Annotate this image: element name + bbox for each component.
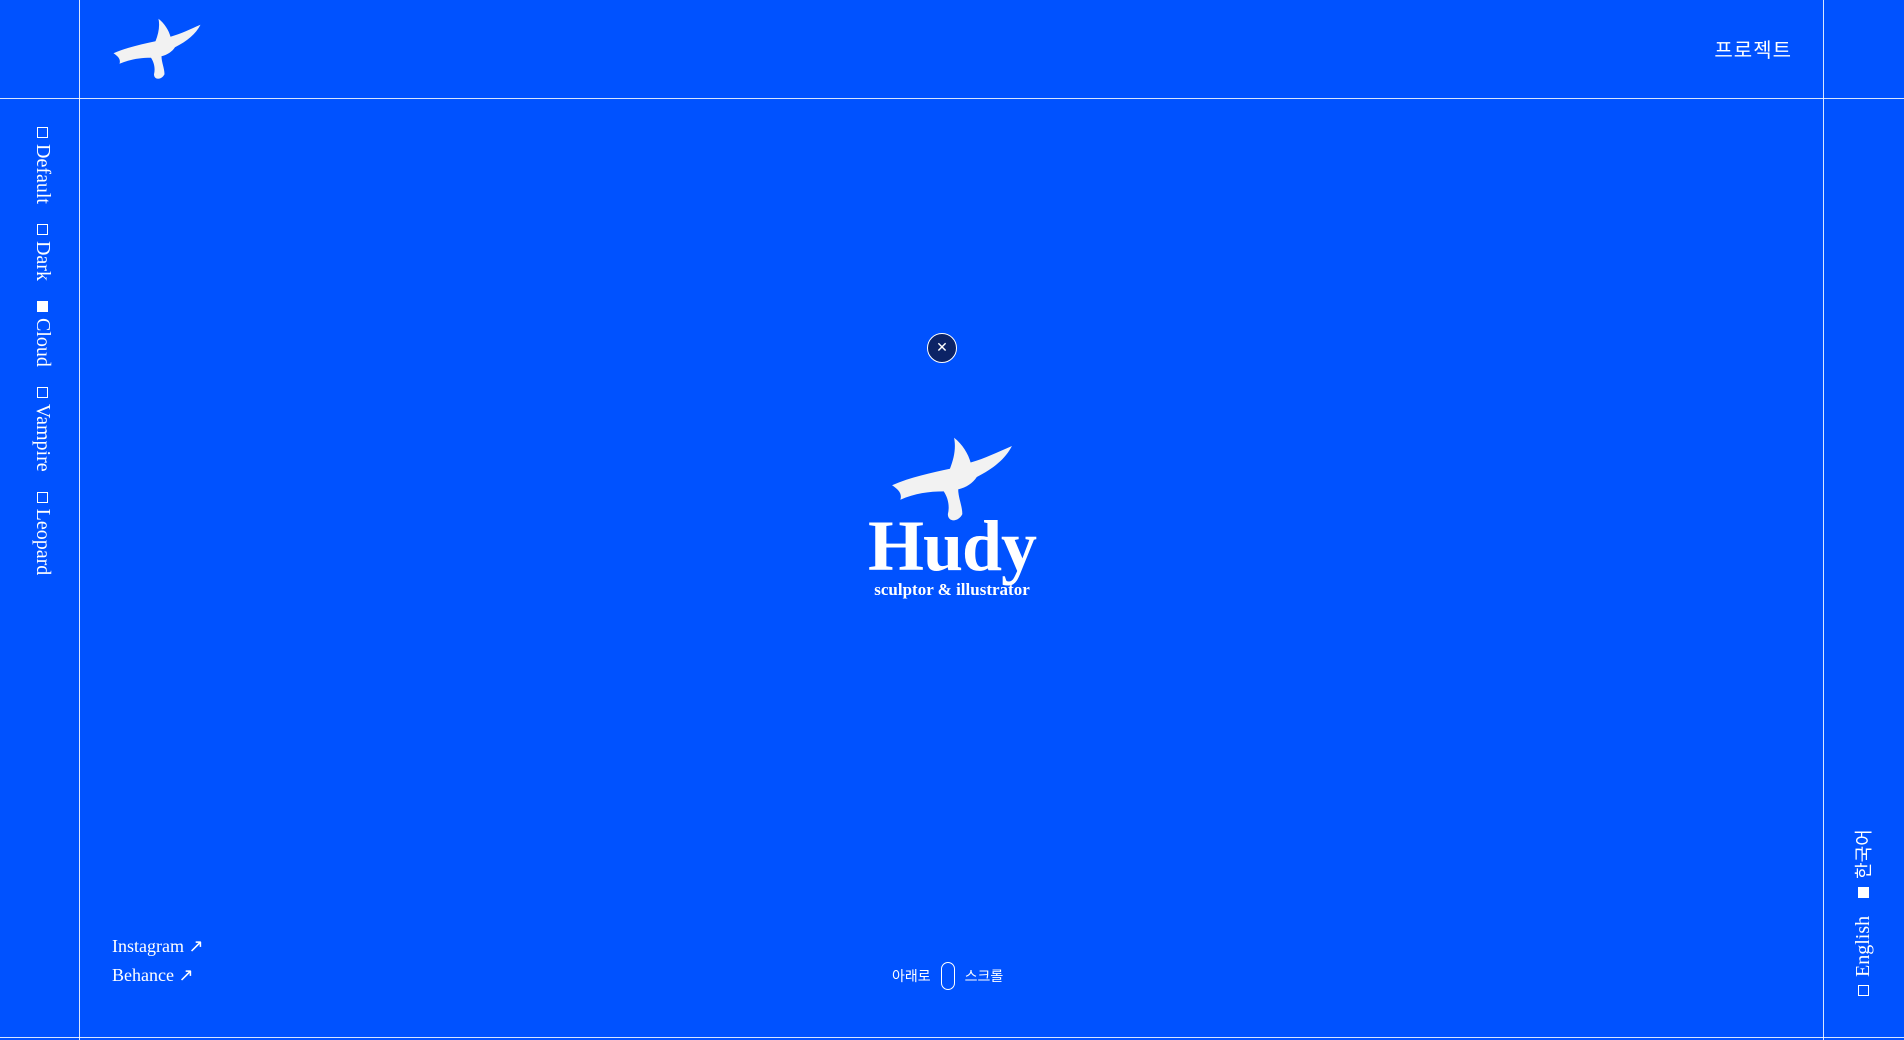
scroll-hint: 아래로 스크롤 <box>892 962 1003 990</box>
theme-option-default[interactable]: Default <box>31 127 54 204</box>
theme-option-label: Dark <box>32 240 54 281</box>
scroll-hint-left-label: 아래로 <box>892 969 931 985</box>
close-icon: ✕ <box>936 340 948 356</box>
frame-line-right <box>1823 0 1824 1040</box>
theme-option-label: Default <box>32 144 54 204</box>
mouse-icon <box>940 962 955 990</box>
checkbox-checked-icon <box>37 300 48 312</box>
instagram-link[interactable]: Instagram ↗ <box>112 936 204 957</box>
hero-title: Hudy <box>867 506 1037 586</box>
language-option-label: 한국어 <box>1854 829 1875 879</box>
theme-option-label: Leopard <box>32 508 54 576</box>
theme-option-label: Vampire <box>32 403 54 472</box>
frame-line-left <box>79 0 80 1040</box>
close-button[interactable]: ✕ <box>927 333 957 363</box>
scroll-hint-right-label: 스크롤 <box>964 969 1004 985</box>
nav-projects-link[interactable]: 프로젝트 <box>1714 34 1792 63</box>
language-option-korean[interactable]: 한국어 <box>1850 829 1876 898</box>
language-switcher: English 한국어 <box>1850 829 1876 996</box>
hero-subtitle: sculptor & illustrator <box>874 580 1030 599</box>
language-option-label: English <box>1851 915 1874 977</box>
theme-option-dark[interactable]: Dark <box>31 223 54 281</box>
theme-option-label: Cloud <box>32 317 54 367</box>
hero: Hudy sculptor & illustrator <box>852 430 1052 600</box>
language-option-english[interactable]: English <box>1852 916 1875 996</box>
frame-line-top <box>0 98 1904 99</box>
theme-option-vampire[interactable]: Vampire <box>31 386 54 472</box>
checkbox-icon <box>1857 985 1869 996</box>
checkbox-icon <box>37 386 48 398</box>
page: 프로젝트 Default Dark Cloud Vampire Leopard … <box>0 0 1904 1040</box>
social-links: Instagram ↗ Behance ↗ <box>112 936 204 994</box>
theme-option-leopard[interactable]: Leopard <box>31 491 54 576</box>
behance-link[interactable]: Behance ↗ <box>112 965 204 986</box>
theme-option-cloud[interactable]: Cloud <box>31 300 54 367</box>
frame-line-bottom <box>0 1037 1904 1038</box>
theme-switcher: Default Dark Cloud Vampire Leopard <box>31 127 54 575</box>
checkbox-icon <box>37 223 48 235</box>
checkbox-icon <box>37 491 48 503</box>
shark-logo-icon[interactable] <box>112 14 202 82</box>
checkbox-icon <box>37 127 48 138</box>
checkbox-checked-icon <box>1857 886 1869 898</box>
